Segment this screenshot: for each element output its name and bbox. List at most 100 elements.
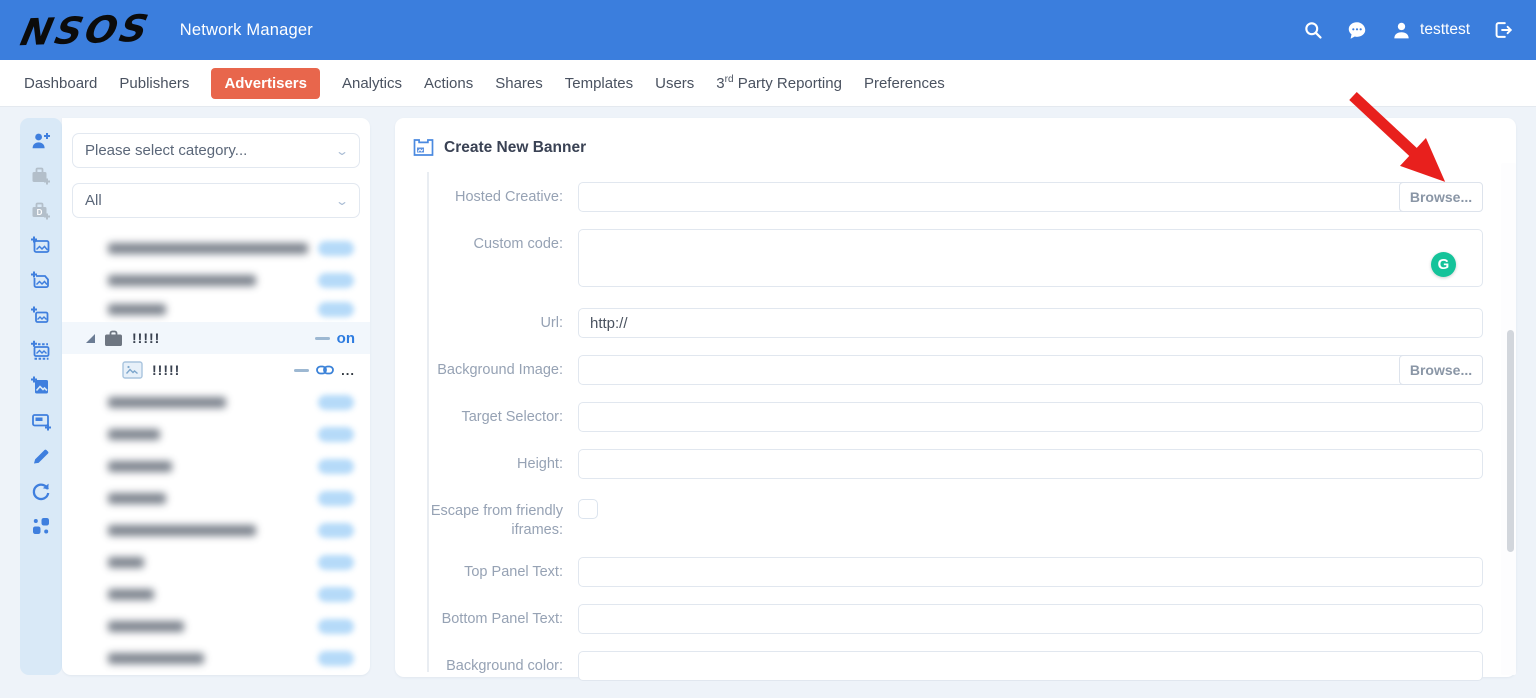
- chevron-down-icon: ⌄: [334, 193, 350, 208]
- banner-actions: ...: [294, 363, 355, 378]
- brand-logo: NSOS: [16, 6, 155, 54]
- bottom-panel-text-input[interactable]: [578, 603, 1483, 634]
- field-background-image: Background Image: Browse...: [420, 355, 1483, 385]
- svg-text:D: D: [37, 208, 43, 217]
- hosted-creative-browse-button[interactable]: Browse...: [1399, 182, 1483, 212]
- sidebar-icon-rail: D: [20, 118, 62, 675]
- add-panel-icon[interactable]: [30, 410, 52, 432]
- collapse-triangle-icon[interactable]: [86, 333, 95, 343]
- field-height: Height:: [420, 449, 1483, 479]
- field-label: Target Selector:: [461, 409, 563, 425]
- filter-select-value: All: [85, 192, 102, 209]
- panel-header: Create New Banner: [395, 118, 1516, 169]
- field-label: Escape from friendly iframes:: [430, 503, 563, 538]
- add-image-icon[interactable]: [30, 375, 52, 397]
- field-label: Background Image:: [437, 362, 563, 378]
- add-banner-alt-icon[interactable]: [30, 270, 52, 292]
- tree-item-redacted[interactable]: [62, 232, 370, 264]
- network-manager-app: NSOS Network Manager testtest Dashboard …: [0, 0, 1536, 698]
- app-title: Network Manager: [179, 20, 313, 39]
- chevron-down-icon: ⌄: [334, 143, 350, 158]
- escape-iframes-checkbox[interactable]: [578, 499, 598, 519]
- create-banner-panel: Create New Banner Hosted Creative: Brows…: [395, 118, 1516, 681]
- field-label: Height:: [517, 456, 563, 472]
- advertiser-status: on: [314, 330, 355, 347]
- banner-suffix[interactable]: ...: [341, 363, 355, 378]
- tab-analytics[interactable]: Analytics: [342, 68, 402, 99]
- link-icon[interactable]: [316, 364, 335, 376]
- banner-label: !!!!!: [152, 362, 181, 378]
- add-banner-icon[interactable]: [30, 235, 52, 257]
- top-bar: NSOS Network Manager testtest: [0, 0, 1536, 60]
- field-label: Custom code:: [473, 236, 563, 252]
- add-banner-strip-icon[interactable]: [30, 340, 52, 362]
- banner-thumb-icon: [122, 361, 143, 379]
- tab-preferences[interactable]: Preferences: [864, 68, 945, 99]
- category-select-value: Please select category...: [85, 142, 248, 159]
- tree-item-redacted[interactable]: [62, 578, 370, 610]
- add-user-icon[interactable]: [30, 130, 52, 152]
- add-campaign-icon[interactable]: [30, 165, 52, 187]
- main-nav: Dashboard Publishers Advertisers Analyti…: [0, 60, 1536, 107]
- tree-item-redacted[interactable]: [62, 418, 370, 450]
- tree-item-redacted[interactable]: [62, 642, 370, 674]
- tab-advertisers[interactable]: Advertisers: [211, 67, 320, 99]
- search-icon[interactable]: [1302, 19, 1324, 41]
- tab-dashboard[interactable]: Dashboard: [24, 68, 97, 99]
- logout-icon[interactable]: [1492, 19, 1514, 41]
- dash-icon: [294, 368, 310, 372]
- username[interactable]: testtest: [1420, 21, 1470, 39]
- edit-icon[interactable]: [30, 445, 52, 467]
- chat-icon[interactable]: [1346, 19, 1368, 41]
- height-input[interactable]: [578, 449, 1483, 479]
- category-select[interactable]: Please select category... ⌄: [72, 133, 360, 168]
- top-panel-text-input[interactable]: [578, 556, 1483, 587]
- vertical-scrollbar[interactable]: [1501, 163, 1516, 675]
- topbar-actions: testtest: [1302, 19, 1514, 41]
- field-label: Hosted Creative:: [455, 189, 563, 205]
- grammarly-icon[interactable]: G: [1431, 252, 1456, 277]
- url-input[interactable]: [578, 308, 1483, 338]
- tab-actions[interactable]: Actions: [424, 68, 473, 99]
- add-banner-small-icon[interactable]: [30, 305, 52, 327]
- tree-item-redacted[interactable]: [62, 450, 370, 482]
- custom-code-textarea[interactable]: [578, 229, 1483, 287]
- filter-select[interactable]: All ⌄: [72, 183, 360, 218]
- background-image-browse-button[interactable]: Browse...: [1399, 355, 1483, 385]
- field-target-selector: Target Selector:: [420, 402, 1483, 432]
- tree-item-redacted[interactable]: [62, 546, 370, 578]
- field-label: Url:: [540, 315, 563, 331]
- briefcase-icon: [105, 330, 122, 346]
- field-label: Bottom Panel Text:: [441, 610, 563, 627]
- tree-item-redacted[interactable]: [62, 514, 370, 546]
- background-color-input[interactable]: [578, 650, 1483, 681]
- tree-item-redacted[interactable]: [62, 264, 370, 296]
- background-image-input[interactable]: [578, 355, 1483, 385]
- scrollbar-thumb[interactable]: [1507, 330, 1514, 552]
- field-background-color: Background color:: [420, 650, 1483, 681]
- banner-icon: [413, 139, 434, 156]
- add-campaign-d-icon[interactable]: D: [30, 200, 52, 222]
- blocks-icon[interactable]: [30, 515, 52, 537]
- field-bottom-panel-text: Bottom Panel Text:: [420, 603, 1483, 634]
- tree-item-redacted[interactable]: [62, 296, 370, 322]
- field-url: Url:: [420, 308, 1483, 338]
- tab-3rd-party-reporting[interactable]: 3rd Party Reporting: [716, 67, 842, 99]
- tab-publishers[interactable]: Publishers: [119, 68, 189, 99]
- tab-users[interactable]: Users: [655, 68, 694, 99]
- advertiser-label: !!!!!: [132, 330, 161, 346]
- tree-item-banner[interactable]: !!!!! ...: [62, 354, 370, 386]
- tree-item-redacted[interactable]: [62, 386, 370, 418]
- hosted-creative-input[interactable]: [578, 182, 1483, 212]
- advertiser-tree: !!!!! on !!!!! ...: [62, 232, 370, 674]
- tree-item-advertiser[interactable]: !!!!! on: [62, 322, 370, 354]
- create-banner-form: Hosted Creative: Browse... Custom code: …: [395, 182, 1516, 698]
- status-on[interactable]: on: [337, 330, 355, 347]
- tree-item-redacted[interactable]: [62, 482, 370, 514]
- user-icon[interactable]: [1390, 19, 1412, 41]
- tab-templates[interactable]: Templates: [565, 68, 633, 99]
- tree-item-redacted[interactable]: [62, 610, 370, 642]
- tab-shares[interactable]: Shares: [495, 68, 543, 99]
- refresh-icon[interactable]: [30, 480, 52, 502]
- target-selector-input[interactable]: [578, 402, 1483, 432]
